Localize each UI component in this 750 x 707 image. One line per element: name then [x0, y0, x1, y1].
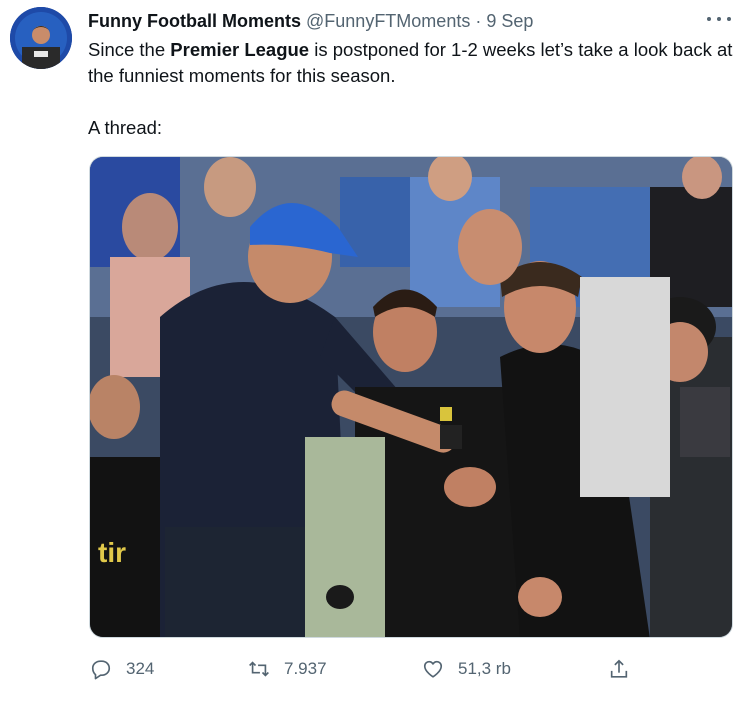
more-dot-icon [717, 17, 721, 21]
author-handle[interactable]: @FunnyFTMoments [306, 11, 470, 31]
reply-icon [91, 660, 111, 680]
retweet-icon [249, 661, 269, 677]
reply-button[interactable]: 324 [90, 652, 154, 686]
author-name[interactable]: Funny Football Moments [88, 11, 301, 31]
shirt-sponsor-text: tir [98, 537, 126, 568]
like-count: 51,3 rb [458, 659, 511, 678]
tweet-text: Since the Premier League is postponed fo… [88, 37, 738, 141]
share-button[interactable] [608, 652, 630, 686]
tweet-thread-label: A thread: [88, 117, 163, 138]
like-button[interactable]: 51,3 rb [422, 652, 511, 686]
more-options-button[interactable] [704, 6, 734, 30]
retweet-count: 7.937 [284, 659, 327, 678]
tweet-text-bold: Premier League [170, 39, 310, 60]
tweet-timestamp[interactable]: 9 Sep [486, 11, 533, 31]
avatar[interactable] [10, 7, 72, 69]
retweet-button[interactable]: 7.937 [248, 652, 327, 686]
tweet-paragraph: Since the Premier League is postponed fo… [88, 37, 738, 89]
share-icon [610, 659, 628, 678]
tweet[interactable]: Funny Football Moments @FunnyFTMoments ·… [0, 0, 750, 707]
tweet-media-photo[interactable]: tir [89, 156, 733, 638]
football-touchline-photo: tir [90, 157, 732, 637]
separator-dot: · [475, 11, 482, 31]
tweet-text-pre: Since the [88, 39, 171, 60]
more-dot-icon [727, 17, 731, 21]
avatar-image [10, 7, 72, 69]
heart-icon [423, 660, 443, 678]
tweet-header: Funny Football Moments @FunnyFTMoments ·… [88, 9, 533, 33]
tweet-actions: 324 7.937 51,3 rb [88, 652, 738, 686]
reply-count: 324 [126, 659, 155, 678]
more-dot-icon [707, 17, 711, 21]
